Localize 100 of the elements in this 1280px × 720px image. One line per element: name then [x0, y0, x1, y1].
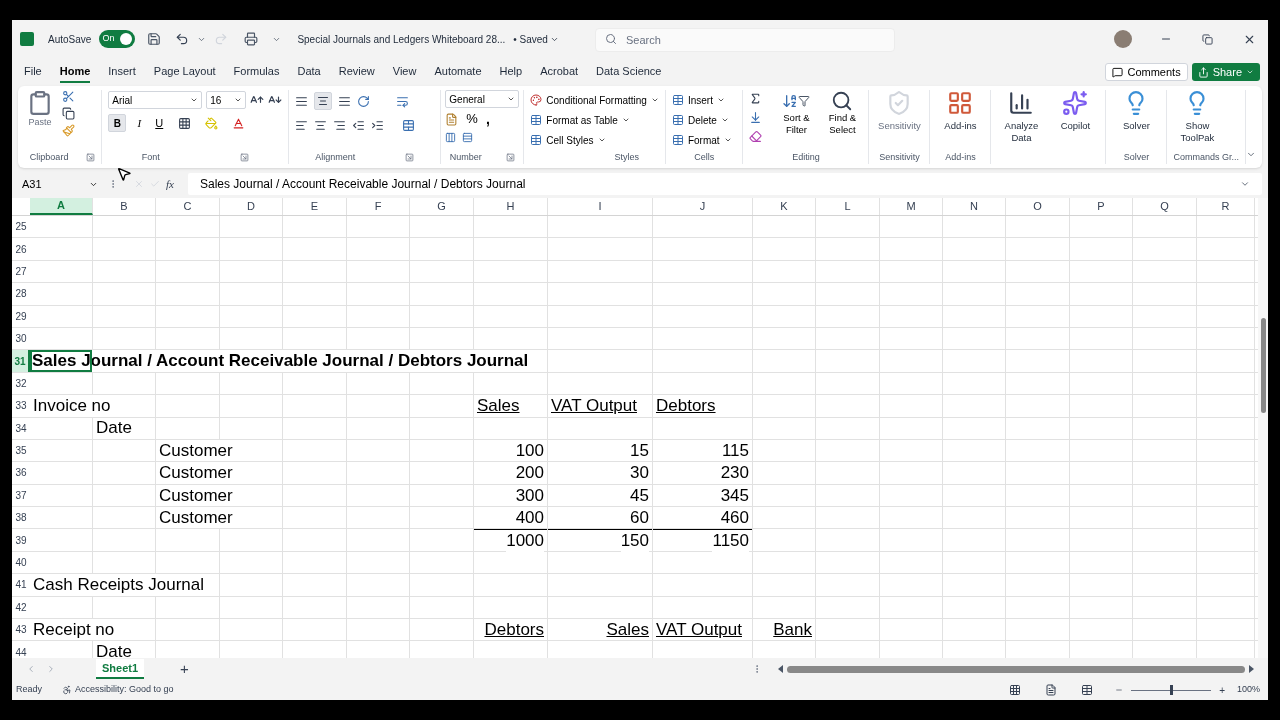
row-header[interactable]: 38 — [12, 507, 30, 529]
vertical-scrollbar[interactable] — [1258, 198, 1268, 658]
row-header[interactable]: 34 — [12, 417, 30, 439]
fill-icon[interactable] — [749, 111, 763, 124]
column-header[interactable]: R — [1197, 198, 1255, 215]
zoom-slider[interactable] — [1131, 685, 1212, 695]
menu-tab[interactable]: Formulas — [233, 61, 280, 83]
column-header[interactable]: Q — [1133, 198, 1197, 215]
row-header[interactable]: 32 — [12, 372, 30, 395]
zoom-in-button[interactable]: + — [1219, 682, 1225, 698]
cut-icon[interactable] — [62, 90, 75, 103]
column-header[interactable]: A — [30, 198, 93, 215]
zoom-level[interactable]: 100% — [1236, 683, 1260, 697]
paste-button[interactable]: Paste — [24, 90, 56, 151]
column-header[interactable]: N — [943, 198, 1006, 215]
increase-indent-icon[interactable] — [371, 118, 385, 132]
bold-button[interactable]: B — [108, 114, 127, 132]
eraser-icon[interactable] — [749, 130, 763, 143]
sheet-tab[interactable]: Sheet1 — [96, 659, 145, 679]
ribbon-button[interactable]: Solver — [1112, 90, 1161, 151]
column-header[interactable]: L — [816, 198, 880, 215]
search-field[interactable]: Search — [594, 27, 895, 52]
styles-button[interactable]: Conditional Formatting — [530, 90, 659, 111]
menu-tab[interactable]: Help — [499, 61, 523, 83]
row-header[interactable]: 25 — [12, 216, 30, 238]
page-layout-icon[interactable] — [1045, 684, 1058, 696]
row-header[interactable]: 41 — [12, 574, 30, 596]
font-name-field[interactable]: Arial — [108, 91, 203, 109]
save-status[interactable]: • Saved — [513, 31, 559, 47]
restore-icon[interactable] — [1202, 33, 1213, 45]
styles-button[interactable]: Cell Styles — [530, 130, 659, 151]
row-header[interactable]: 43 — [12, 619, 30, 641]
column-header[interactable]: C — [156, 198, 220, 215]
font-color-icon[interactable] — [232, 116, 246, 130]
insert-function-button[interactable]: fx — [166, 175, 174, 193]
menu-tab[interactable]: Insert — [108, 61, 136, 83]
menu-tab[interactable]: View — [392, 61, 417, 83]
wrap-text-icon[interactable] — [396, 94, 410, 108]
accounting-icon[interactable] — [445, 112, 459, 126]
zoom-thumb[interactable] — [1169, 685, 1173, 695]
undo-icon[interactable] — [175, 32, 190, 46]
avatar[interactable] — [1114, 30, 1132, 48]
row-header[interactable]: 28 — [12, 283, 30, 305]
menu-tab[interactable]: Review — [338, 61, 375, 83]
formula-field[interactable]: Sales Journal / Account Receivable Journal / Debtors Journal — [187, 173, 1262, 195]
dialog-launcher-icon[interactable] — [86, 152, 96, 162]
italic-button[interactable]: I — [132, 114, 147, 132]
align-left-icon[interactable] — [295, 118, 309, 132]
percent-style-button[interactable]: % — [466, 109, 478, 129]
horizontal-scrollbar[interactable] — [778, 664, 1254, 674]
ribbon-button[interactable]: Show ToolPak — [1173, 90, 1222, 151]
row-header[interactable]: 33 — [12, 395, 30, 417]
comma-style-button[interactable]: , — [485, 108, 490, 130]
underline-button[interactable]: U — [152, 114, 167, 132]
cells-button[interactable]: Delete — [671, 110, 737, 131]
cells-button[interactable]: Format — [671, 130, 737, 151]
ribbon-button[interactable]: Copilot — [1051, 90, 1100, 152]
align-right-icon[interactable] — [333, 118, 347, 132]
column-header[interactable]: F — [347, 198, 410, 215]
row-header[interactable]: 42 — [12, 596, 30, 619]
menu-tab[interactable]: Acrobat — [540, 61, 579, 83]
sort-filter-button[interactable]: Sort & Filter — [776, 90, 817, 151]
column-header[interactable]: K — [753, 198, 816, 215]
row-header[interactable]: 31 — [12, 350, 30, 372]
styles-button[interactable]: Format as Table — [530, 110, 659, 131]
column-header[interactable]: G — [410, 198, 474, 215]
column-header[interactable]: H — [474, 198, 548, 215]
borders-icon[interactable] — [178, 116, 192, 130]
decrease-decimal-icon[interactable] — [462, 131, 474, 143]
row-header[interactable]: 37 — [12, 484, 30, 507]
middle-align-icon[interactable] — [314, 92, 333, 110]
align-center-icon[interactable] — [314, 118, 328, 132]
row-header[interactable]: 44 — [12, 641, 30, 658]
column-header[interactable]: I — [548, 198, 653, 215]
bottom-align-icon[interactable] — [338, 94, 352, 108]
row-header[interactable]: 30 — [12, 327, 30, 350]
column-header[interactable]: P — [1070, 198, 1133, 215]
menu-tab[interactable]: Automate — [434, 61, 482, 83]
save-icon[interactable] — [147, 32, 162, 46]
normal-view-icon[interactable] — [1009, 684, 1022, 696]
row-header[interactable]: 29 — [12, 305, 30, 327]
font-size-field[interactable]: 16 — [206, 91, 247, 109]
increase-decimal-icon[interactable] — [445, 131, 457, 143]
menu-tab[interactable]: Data — [297, 61, 321, 83]
row-header[interactable]: 36 — [12, 462, 30, 484]
share-button[interactable]: Share — [1191, 63, 1260, 81]
menu-tab[interactable]: Data Science — [596, 61, 662, 83]
copy-icon[interactable] — [62, 107, 75, 120]
page-break-icon[interactable] — [1081, 684, 1094, 696]
dialog-launcher-icon[interactable] — [505, 152, 515, 162]
column-header[interactable]: O — [1006, 198, 1070, 215]
accessibility-button[interactable]: Accessibility: Good to go — [62, 683, 174, 697]
column-header[interactable]: J — [653, 198, 753, 215]
merge-icon[interactable] — [402, 118, 416, 132]
column-header[interactable]: E — [283, 198, 347, 215]
dialog-launcher-icon[interactable] — [239, 152, 249, 162]
column-header[interactable]: M — [880, 198, 943, 215]
ribbon-button[interactable]: Analyze Data — [997, 90, 1046, 152]
row-header[interactable]: 40 — [12, 551, 30, 574]
orientation-icon[interactable] — [357, 94, 371, 108]
